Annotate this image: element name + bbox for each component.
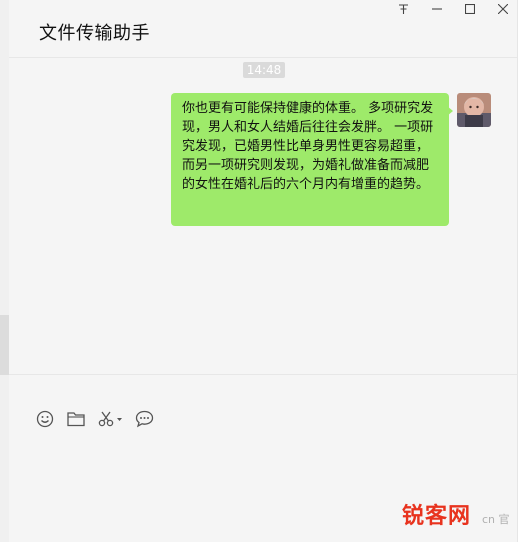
chat-window: 文件传输助手 14:48 你也更有可能保持健康的体重。 多项研究发现，男人和女人… (9, 0, 518, 542)
message-bubble-tail (447, 106, 453, 116)
maximize-button[interactable] (456, 0, 484, 18)
left-panel-edge (0, 0, 9, 542)
left-scrollbar-thumb[interactable] (0, 315, 9, 375)
minimize-icon (432, 8, 442, 10)
scissors-icon (98, 411, 122, 427)
file-button[interactable] (66, 409, 86, 429)
chat-title: 文件传输助手 (39, 23, 150, 44)
screenshot-button[interactable] (96, 409, 126, 429)
right-window-edge (517, 0, 523, 542)
emoji-icon (36, 410, 54, 428)
pin-button[interactable] (389, 0, 417, 18)
watermark-sub: cn 官 (482, 513, 510, 526)
chat-header: 文件传输助手 (9, 0, 518, 58)
close-button[interactable] (489, 0, 517, 18)
pin-icon (398, 3, 408, 14)
input-divider (9, 374, 518, 375)
folder-icon (67, 412, 85, 427)
message-timestamp: 14:48 (243, 62, 285, 78)
chat-history-button[interactable] (134, 409, 154, 429)
watermark-brand: 锐客网 (402, 503, 472, 529)
avatar-image (457, 93, 491, 127)
chat-history-icon (135, 410, 153, 428)
close-icon (498, 4, 508, 14)
message-bubble[interactable]: 你也更有可能保持健康的体重。 多项研究发现，男人和女人结婚后往往会发胖。 一项研… (171, 93, 449, 226)
avatar[interactable] (457, 93, 491, 127)
maximize-icon (465, 4, 475, 14)
watermark: 锐客网 cn 官 (402, 498, 523, 529)
emoji-button[interactable] (35, 409, 55, 429)
minimize-button[interactable] (423, 0, 451, 18)
